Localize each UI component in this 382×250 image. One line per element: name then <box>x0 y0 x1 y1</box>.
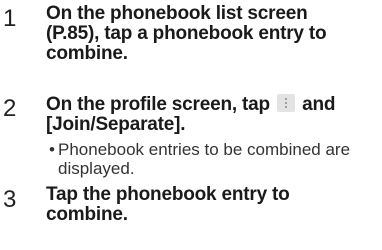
menu-icon <box>277 94 295 112</box>
step-note: • Phonebook entries to be combined are d… <box>46 140 380 178</box>
step-number: 3 <box>3 186 17 213</box>
step-number: 1 <box>3 5 17 32</box>
step-instruction: Tap the phonebook entry to combine. <box>46 184 290 225</box>
step-instruction: On the phonebook list screen (P.85), tap… <box>46 3 327 64</box>
note-text: Phonebook entries to be combined are dis… <box>58 140 351 178</box>
manual-page: 1 On the phonebook list screen (P.85), t… <box>0 0 382 250</box>
step-instruction: On the profile screen, tap and [Join/Sep… <box>46 94 376 135</box>
step-number: 2 <box>3 95 17 122</box>
bullet-mark: • <box>49 140 55 159</box>
step-instruction-part-1: On the profile screen, tap <box>46 94 270 115</box>
